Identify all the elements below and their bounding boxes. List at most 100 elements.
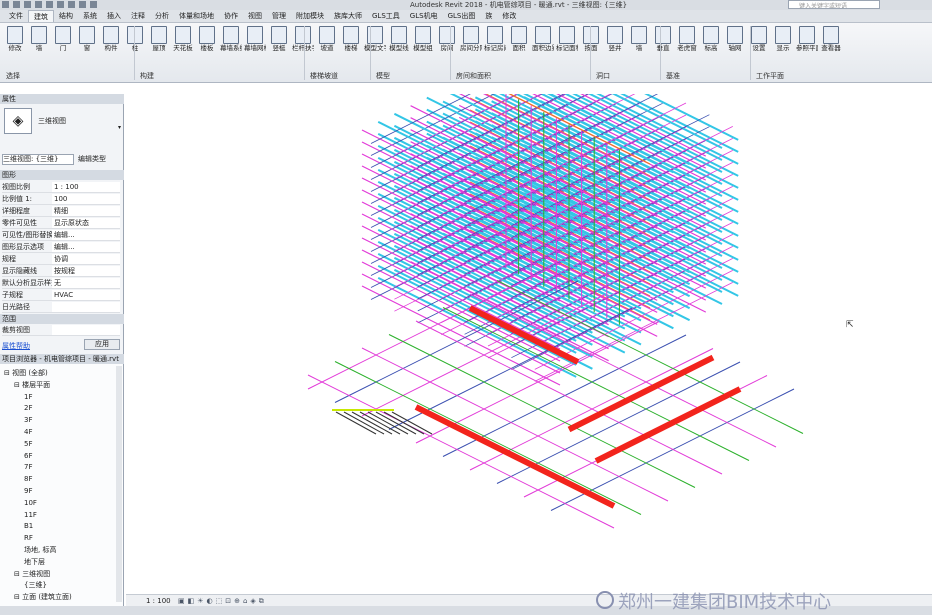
3d-view-icon[interactable] xyxy=(90,1,97,8)
ribbon-tool-22[interactable]: 面积边界 xyxy=(532,26,554,52)
ribbon-tool-5[interactable]: 柱 xyxy=(124,26,146,52)
redo-icon[interactable] xyxy=(46,1,53,8)
tree-toggle-icon[interactable]: ⊟ xyxy=(4,369,12,377)
tree-toggle-icon[interactable]: ⊟ xyxy=(14,570,22,578)
tab-9[interactable]: 视图 xyxy=(243,10,267,22)
ribbon-tool-8[interactable]: 楼板 xyxy=(196,26,218,52)
property-value[interactable]: 显示原状态 xyxy=(52,218,120,228)
property-value[interactable]: 协调 xyxy=(52,254,120,264)
ribbon-tool-32[interactable]: 显示 xyxy=(772,26,794,52)
tab-13[interactable]: GLS工具 xyxy=(367,10,405,22)
tab-14[interactable]: GLS机电 xyxy=(405,10,443,22)
save-icon[interactable] xyxy=(24,1,31,8)
property-row[interactable]: 详细程度 精细 xyxy=(2,206,120,217)
browser-item[interactable]: RF xyxy=(24,533,33,543)
ribbon-panel-label[interactable]: 模型 xyxy=(376,71,390,81)
tree-toggle-icon[interactable]: ⊟ xyxy=(14,593,22,601)
ribbon-tool-18[interactable]: 房间 xyxy=(436,26,458,52)
ribbon-tool-21[interactable]: 面积 xyxy=(508,26,530,52)
equipment-frame[interactable] xyxy=(375,411,417,435)
browser-item[interactable]: B1 xyxy=(24,521,33,531)
quick-access-toolbar[interactable] xyxy=(2,0,97,8)
browser-item[interactable]: 6F xyxy=(24,451,32,461)
property-value[interactable]: 精细 xyxy=(52,206,120,216)
open-icon[interactable] xyxy=(13,1,20,8)
browser-item[interactable]: 5F xyxy=(24,439,32,449)
tab-11[interactable]: 附加模块 xyxy=(291,10,329,22)
browser-item[interactable]: 9F xyxy=(24,486,32,496)
tab-17[interactable]: 修改 xyxy=(497,10,521,22)
ribbon-tool-28[interactable]: 老虎窗 xyxy=(676,26,698,52)
tab-8[interactable]: 协作 xyxy=(219,10,243,22)
property-value[interactable] xyxy=(52,325,120,335)
ribbon-tool-17[interactable]: 模型组 xyxy=(412,26,434,52)
tab-2[interactable]: 结构 xyxy=(54,10,78,22)
ribbon-tool-6[interactable]: 屋顶 xyxy=(148,26,170,52)
tab-3[interactable]: 系统 xyxy=(78,10,102,22)
property-value[interactable]: 1 : 100 xyxy=(52,182,120,192)
browser-item[interactable]: 8F xyxy=(24,474,32,484)
ribbon-tool-31[interactable]: 设置 xyxy=(748,26,770,52)
browser-item[interactable]: ⊟ 立面 (建筑立面) xyxy=(14,592,72,602)
tab-16[interactable]: 族 xyxy=(480,10,497,22)
browser-item[interactable]: 场地, 标高 xyxy=(24,545,56,555)
tree-toggle-icon[interactable]: ⊟ xyxy=(14,381,22,389)
type-dropdown-icon[interactable]: ▾ xyxy=(118,124,121,131)
property-row[interactable]: 比例值 1: 100 xyxy=(2,194,120,205)
property-row[interactable]: 默认分析显示样式无 xyxy=(2,278,120,289)
print-icon[interactable] xyxy=(57,1,64,8)
ribbon-tool-2[interactable]: 门 xyxy=(52,26,74,52)
tab-15[interactable]: GLS出图 xyxy=(443,10,481,22)
browser-item[interactable]: ⊟ 视图 (全部) xyxy=(4,368,48,378)
ribbon-tool-10[interactable]: 幕墙网格 xyxy=(244,26,266,52)
equipment-frame[interactable] xyxy=(335,411,377,435)
browser-item[interactable]: 1F xyxy=(24,392,32,402)
tab-10[interactable]: 管理 xyxy=(267,10,291,22)
ribbon-tool-13[interactable]: 坡道 xyxy=(316,26,338,52)
property-value[interactable]: 无 xyxy=(52,278,120,288)
ribbon-tool-25[interactable]: 竖井 xyxy=(604,26,626,52)
ribbon-tool-33[interactable]: 参照平面 xyxy=(796,26,818,52)
ribbon-panel-label[interactable]: 工作平面 xyxy=(756,71,784,81)
browser-item[interactable]: ⊟ 三维视图 xyxy=(14,569,50,579)
property-row[interactable]: 图形显示选项 编辑... xyxy=(2,242,120,253)
property-row[interactable]: 零件可见性 显示原状态 xyxy=(2,218,120,229)
tab-12[interactable]: 族库大师 xyxy=(329,10,367,22)
ribbon-tool-0[interactable]: 修改 xyxy=(4,26,26,52)
property-row-crop[interactable]: 裁剪视图 xyxy=(2,325,120,336)
browser-item[interactable]: 2F xyxy=(24,403,32,413)
ribbon-tool-34[interactable]: 查看器 xyxy=(820,26,842,52)
tab-0[interactable]: 文件 xyxy=(4,10,28,22)
ribbon-tool-14[interactable]: 楼梯 xyxy=(340,26,362,52)
ribbon-tool-7[interactable]: 天花板 xyxy=(172,26,194,52)
tab-7[interactable]: 体量和场地 xyxy=(174,10,219,22)
browser-item[interactable]: ⊟ 楼层平面 xyxy=(14,380,50,390)
instance-selector[interactable]: 三维视图: {三维} xyxy=(2,154,74,165)
ribbon-panel-label[interactable]: 选择 xyxy=(6,71,20,81)
equipment-frame[interactable] xyxy=(359,411,401,435)
ribbon-tool-23[interactable]: 标记面积 xyxy=(556,26,578,52)
property-row[interactable]: 日光路径 xyxy=(2,302,120,313)
browser-item[interactable]: 3F xyxy=(24,415,32,425)
ribbon-panel-label[interactable]: 楼梯坡道 xyxy=(310,71,338,81)
ribbon-panel-label[interactable]: 房间和面积 xyxy=(456,71,491,81)
property-row[interactable]: 子规程 HVAC xyxy=(2,290,120,301)
ribbon-tool-30[interactable]: 轴网 xyxy=(724,26,746,52)
ribbon-tool-26[interactable]: 墙 xyxy=(628,26,650,52)
browser-item[interactable]: 7F xyxy=(24,462,32,472)
ribbon-tool-1[interactable]: 墙 xyxy=(28,26,50,52)
apply-button[interactable]: 应用 xyxy=(84,339,120,350)
ribbon-tool-3[interactable]: 窗 xyxy=(76,26,98,52)
search-input[interactable]: 键入关键字或短语 xyxy=(788,0,880,9)
browser-item[interactable]: 4F xyxy=(24,427,32,437)
section-graphics[interactable]: 图形 xyxy=(0,170,124,180)
property-row[interactable]: 视图比例 1 : 100 xyxy=(2,182,120,193)
ribbon-tool-12[interactable]: 栏杆扶手 xyxy=(292,26,314,52)
ribbon-tool-19[interactable]: 房间分隔 xyxy=(460,26,482,52)
properties-help-link[interactable]: 属性帮助 xyxy=(2,341,30,351)
property-row[interactable]: 规程 协调 xyxy=(2,254,120,265)
ribbon-tool-16[interactable]: 模型线 xyxy=(388,26,410,52)
browser-item[interactable]: {三维} xyxy=(24,580,47,590)
mep-3d-model[interactable] xyxy=(126,40,932,594)
browser-item[interactable]: 11F xyxy=(24,510,37,520)
